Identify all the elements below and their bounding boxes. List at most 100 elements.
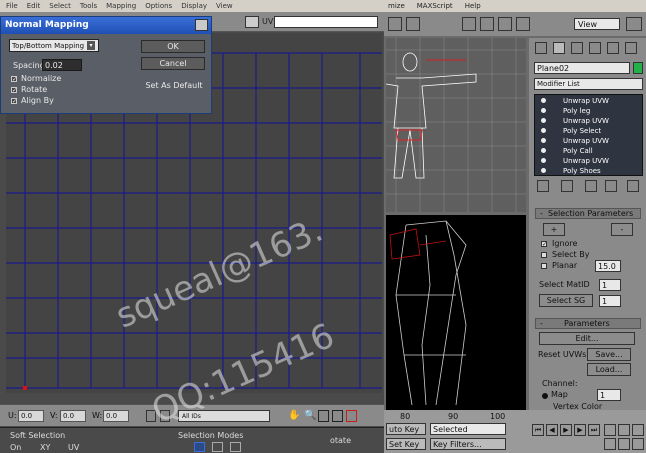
- menu-display[interactable]: Display: [181, 2, 207, 10]
- remove-modifier-icon[interactable]: [605, 180, 617, 192]
- ignore-checkbox[interactable]: ✓: [541, 241, 547, 248]
- menu-file[interactable]: File: [6, 2, 18, 10]
- sg-spinner[interactable]: 1: [599, 295, 621, 307]
- zoom-icon[interactable]: 🔍: [304, 410, 316, 422]
- menu-options[interactable]: Options: [145, 2, 172, 10]
- menu-mapping[interactable]: Mapping: [106, 2, 136, 10]
- go-to-end-icon[interactable]: ⏭: [588, 424, 600, 436]
- menu-tools[interactable]: Tools: [80, 2, 97, 10]
- normalize-checkbox[interactable]: ✓: [11, 76, 17, 83]
- field-of-view-icon[interactable]: [618, 424, 630, 436]
- rotate-checkbox[interactable]: ✓: [11, 87, 17, 94]
- pin-stack-icon[interactable]: [537, 180, 549, 192]
- rotate-icon[interactable]: [498, 17, 512, 31]
- key-mode-dropdown[interactable]: Selected: [430, 423, 506, 435]
- mapping-type-dropdown[interactable]: Top/Bottom Mapping: [9, 39, 99, 52]
- auto-key-button[interactable]: uto Key: [386, 423, 426, 435]
- grow-button[interactable]: +: [543, 223, 565, 236]
- pan-view-icon[interactable]: [604, 438, 616, 450]
- edit-button[interactable]: Edit...: [539, 332, 635, 345]
- menu-select[interactable]: Select: [49, 2, 71, 10]
- parameters-rollout[interactable]: - Parameters: [535, 318, 641, 329]
- arc-rotate-icon[interactable]: [618, 438, 630, 450]
- previous-frame-icon[interactable]: ◀: [546, 424, 558, 436]
- make-unique-icon[interactable]: [585, 180, 597, 192]
- next-frame-icon[interactable]: ▶: [574, 424, 586, 436]
- front-viewport[interactable]: [386, 38, 526, 212]
- stack-item[interactable]: Poly Shoes: [535, 166, 601, 176]
- menu-help[interactable]: Help: [465, 2, 481, 10]
- map-channel-spinner[interactable]: 1: [597, 389, 621, 401]
- bulb-icon[interactable]: [541, 168, 546, 173]
- zoom-region-icon[interactable]: [318, 410, 329, 422]
- planar-checkbox[interactable]: [541, 263, 547, 269]
- bulb-icon[interactable]: [541, 138, 546, 143]
- bulb-icon[interactable]: [541, 128, 546, 133]
- undo-icon[interactable]: [388, 17, 402, 31]
- stack-item[interactable]: Unwrap UVW: [535, 136, 609, 146]
- motion-tab-icon[interactable]: [589, 42, 601, 54]
- modify-tab-icon[interactable]: [553, 42, 565, 54]
- u-input[interactable]: 0.0: [18, 410, 44, 422]
- redo-icon[interactable]: [406, 17, 420, 31]
- pan-hand-icon[interactable]: ✋: [288, 410, 300, 422]
- texture-dropdown[interactable]: [274, 16, 378, 28]
- menu-customize[interactable]: mize: [388, 2, 405, 10]
- hierarchy-tab-icon[interactable]: [571, 42, 583, 54]
- key-filters-button[interactable]: Key Filters...: [430, 438, 506, 450]
- w-input[interactable]: 0.0: [103, 410, 129, 422]
- checker-map-icon[interactable]: [245, 16, 259, 28]
- shrink-button[interactable]: -: [611, 223, 633, 236]
- maximize-viewport-icon[interactable]: [632, 424, 644, 436]
- snap-icon[interactable]: [626, 17, 642, 31]
- zoom-extents-icon[interactable]: [332, 410, 343, 422]
- bulb-icon[interactable]: [541, 118, 546, 123]
- matid-spinner[interactable]: 1: [599, 279, 621, 291]
- move-icon[interactable]: [480, 17, 494, 31]
- close-icon[interactable]: [195, 19, 208, 31]
- cancel-button[interactable]: Cancel: [141, 57, 205, 70]
- menu-maxscript[interactable]: MAXScript: [417, 2, 453, 10]
- perspective-viewport[interactable]: [386, 215, 526, 410]
- object-name-field[interactable]: Plane02: [534, 62, 630, 74]
- save-button[interactable]: Save...: [587, 348, 631, 361]
- ok-button[interactable]: OK: [141, 40, 205, 53]
- zoom-viewport-icon[interactable]: [604, 424, 616, 436]
- min-max-toggle-icon[interactable]: [632, 438, 644, 450]
- show-end-result-icon[interactable]: [561, 180, 573, 192]
- vertex-mode-icon[interactable]: [194, 442, 205, 452]
- bulb-icon[interactable]: [541, 148, 546, 153]
- select-by-checkbox[interactable]: [541, 252, 547, 258]
- stack-item[interactable]: Unwrap UVW: [535, 116, 609, 126]
- grid-snap-icon[interactable]: [346, 410, 357, 422]
- stack-item[interactable]: Poly Select: [535, 126, 601, 136]
- bulb-icon[interactable]: [541, 98, 546, 103]
- map-radio[interactable]: [542, 393, 548, 399]
- stack-item[interactable]: Unwrap UVW: [535, 96, 609, 106]
- select-icon[interactable]: [462, 17, 476, 31]
- stack-item[interactable]: Poly leg: [535, 106, 590, 116]
- xy-radio[interactable]: XY: [40, 443, 50, 452]
- uv-radio[interactable]: UV: [68, 443, 79, 452]
- set-key-button[interactable]: Set Key: [386, 438, 426, 450]
- configure-sets-icon[interactable]: [627, 180, 639, 192]
- selection-parameters-rollout[interactable]: - Selection Parameters: [535, 208, 641, 219]
- reference-coordinate-dropdown[interactable]: View: [574, 18, 620, 30]
- select-sg-button[interactable]: Select SG: [539, 294, 593, 307]
- select-matid-button[interactable]: Select MatID: [539, 280, 590, 289]
- menu-view[interactable]: View: [216, 2, 233, 10]
- stack-item[interactable]: Poly Call: [535, 146, 593, 156]
- soft-on-checkbox[interactable]: On: [10, 443, 21, 452]
- v-input[interactable]: 0.0: [60, 410, 86, 422]
- stack-item[interactable]: Unwrap UVW: [535, 156, 609, 166]
- set-as-default-button[interactable]: Set As Default: [141, 79, 207, 92]
- play-icon[interactable]: ▶: [560, 424, 572, 436]
- face-mode-icon[interactable]: [230, 442, 241, 452]
- object-color-swatch[interactable]: [633, 62, 643, 74]
- reset-uvws-button[interactable]: Reset UVWs: [538, 350, 586, 359]
- menu-edit[interactable]: Edit: [27, 2, 41, 10]
- spacing-spinner[interactable]: 0.02: [42, 59, 82, 71]
- display-tab-icon[interactable]: [607, 42, 619, 54]
- bulb-icon[interactable]: [541, 158, 546, 163]
- utilities-tab-icon[interactable]: [625, 42, 637, 54]
